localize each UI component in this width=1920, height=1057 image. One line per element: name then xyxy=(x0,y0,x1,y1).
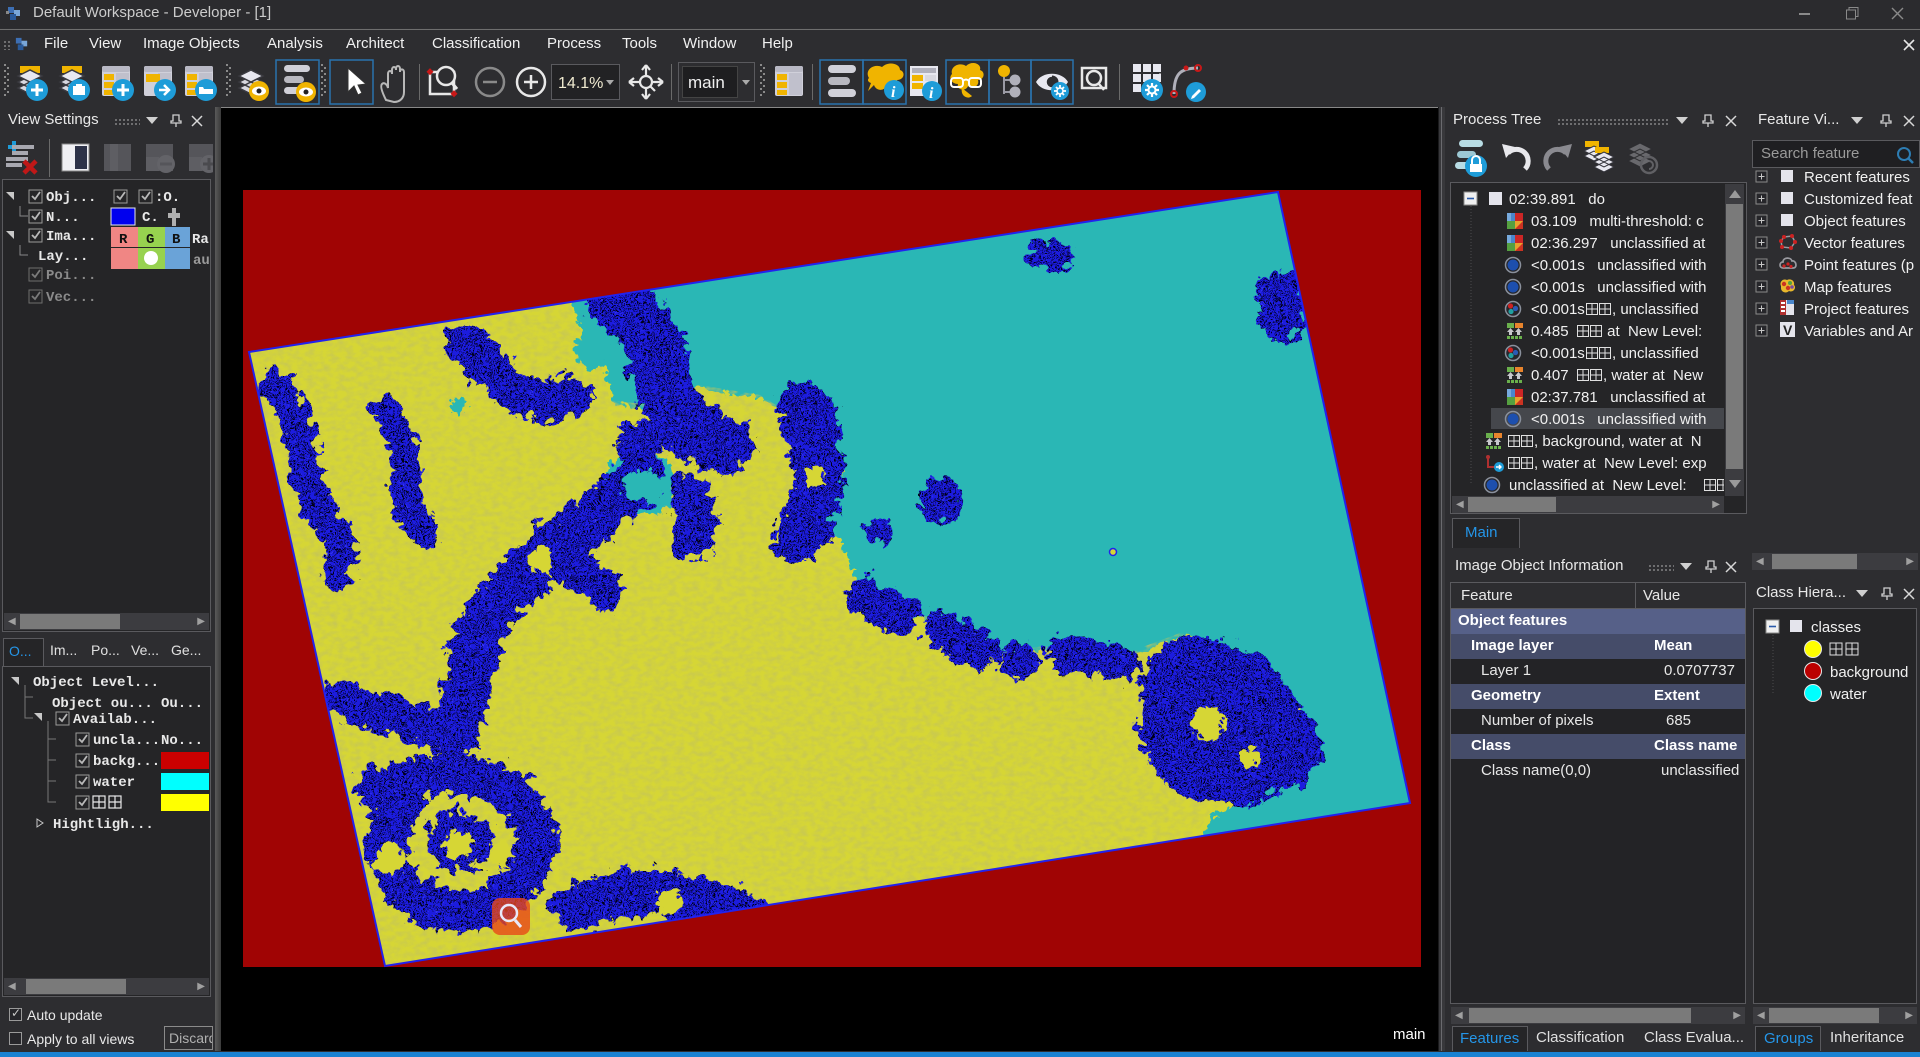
svg-text:02:36.297 unclassified at: 02:36.297 unclassified at xyxy=(1531,235,1706,252)
svg-text:Ou...: Ou... xyxy=(161,696,203,712)
svg-text:background: background xyxy=(1830,664,1908,681)
svg-text:, background, water at N: , background, water at N xyxy=(1534,433,1702,450)
svg-text:Hightligh...: Hightligh... xyxy=(53,817,154,833)
svg-text:backg...: backg... xyxy=(93,754,160,770)
svg-text:0.407: 0.407 xyxy=(1531,367,1569,384)
svg-text:, unclassified: , unclassified xyxy=(1612,301,1699,318)
svg-text:unclassified at New Level:: unclassified at New Level: xyxy=(1509,477,1687,494)
svg-text:Availab...: Availab... xyxy=(73,712,157,728)
svg-text:Vector features: Vector features xyxy=(1804,235,1905,252)
svg-text:G: G xyxy=(146,232,154,248)
svg-text:classes: classes xyxy=(1811,619,1861,636)
svg-text:V: V xyxy=(1783,322,1793,338)
svg-text:Obj...: Obj... xyxy=(46,190,96,206)
svg-text:R: R xyxy=(119,232,128,248)
svg-text:Object features: Object features xyxy=(1804,213,1906,230)
svg-text:i: i xyxy=(929,85,934,102)
svg-text:Project features: Project features xyxy=(1804,301,1909,318)
svg-text:au: au xyxy=(193,253,210,269)
svg-text:0.485: 0.485 xyxy=(1531,323,1569,340)
svg-text:, water at New Level: exp: , water at New Level: exp xyxy=(1534,455,1707,472)
svg-text:No...: No... xyxy=(161,733,203,749)
svg-text:Customized feat: Customized feat xyxy=(1804,191,1913,208)
svg-text:Vec...: Vec... xyxy=(46,290,96,306)
svg-text:Point features (p: Point features (p xyxy=(1804,257,1914,274)
svg-text:Ra: Ra xyxy=(192,232,209,248)
svg-text:uncla...: uncla... xyxy=(93,733,160,749)
svg-text::O.: :O. xyxy=(155,190,180,206)
svg-text:B: B xyxy=(172,232,181,248)
svg-text:N...: N... xyxy=(46,210,80,226)
svg-text:Object ou...: Object ou... xyxy=(52,696,153,712)
svg-text:02:39.891 do: 02:39.891 do xyxy=(1509,191,1605,208)
svg-text:Ima...: Ima... xyxy=(46,229,96,245)
svg-text:Recent features: Recent features xyxy=(1804,169,1910,186)
svg-text:<0.001s: <0.001s xyxy=(1531,301,1585,318)
svg-text:i: i xyxy=(891,84,896,101)
svg-text:14.1%: 14.1% xyxy=(558,75,603,92)
svg-text:water: water xyxy=(93,775,135,791)
svg-text:, unclassified: , unclassified xyxy=(1612,345,1699,362)
svg-text:02:37.781 unclassified at: 02:37.781 unclassified at xyxy=(1531,389,1706,406)
svg-text:Poi...: Poi... xyxy=(46,268,96,284)
svg-text:<0.001s unclassified with: <0.001s unclassified with xyxy=(1531,279,1707,296)
svg-text:main: main xyxy=(688,73,725,92)
svg-text:03.109 multi-threshold: c: 03.109 multi-threshold: c xyxy=(1531,213,1704,230)
svg-text:water: water xyxy=(1829,686,1867,703)
svg-text:at New Level:: at New Level: xyxy=(1603,323,1702,340)
svg-text:<0.001s: <0.001s xyxy=(1531,345,1585,362)
svg-text:Lay...: Lay... xyxy=(38,249,88,265)
svg-text:Object Level...: Object Level... xyxy=(33,675,159,691)
svg-text:C.: C. xyxy=(142,210,159,226)
svg-text:<0.001s unclassified with: <0.001s unclassified with xyxy=(1531,411,1707,428)
svg-text:Variables and Ar: Variables and Ar xyxy=(1804,323,1913,340)
svg-text:Map features: Map features xyxy=(1804,279,1892,296)
svg-text:<0.001s unclassified with: <0.001s unclassified with xyxy=(1531,257,1707,274)
svg-text:, water at New: , water at New xyxy=(1603,367,1703,384)
